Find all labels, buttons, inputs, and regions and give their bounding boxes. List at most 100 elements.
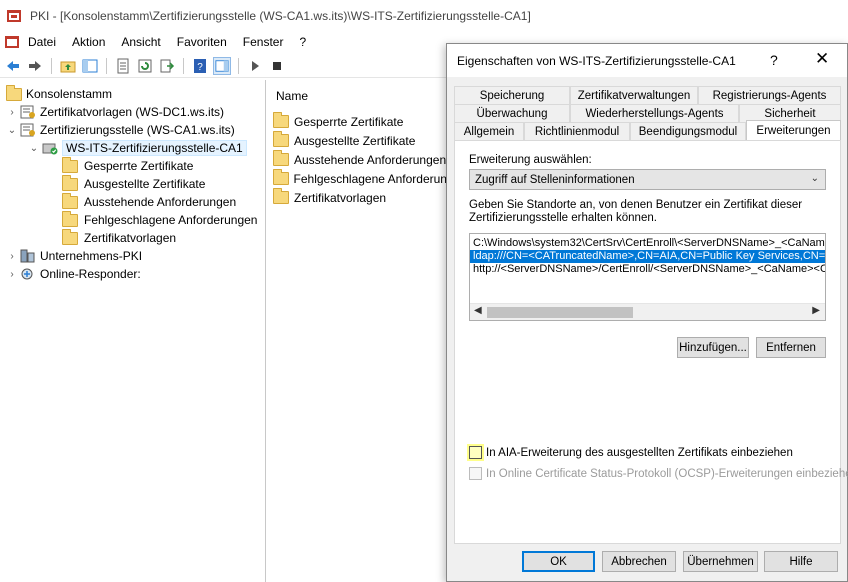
scrollbar-thumb[interactable] [487,307,633,318]
stop-icon[interactable] [268,57,286,75]
extension-select-value: Zugriff auf Stelleninformationen [475,173,635,186]
scroll-right-icon[interactable]: ▶ [812,305,820,316]
checkbox-box [469,467,482,480]
tree-item-ca-templates[interactable]: Zertifikatvorlagen [0,228,265,247]
extension-select-label: Erweiterung auswählen: [469,154,592,166]
folder-icon [62,156,78,173]
back-arrow-icon[interactable] [4,57,22,75]
location-list-item[interactable]: C:\Windows\system32\CertSrv\CertEnroll\<… [470,237,825,250]
close-icon[interactable]: ✕ [815,49,829,69]
tab-erweiterungen[interactable]: Erweiterungen [746,120,841,140]
menu-favoriten[interactable]: Favoriten [169,35,235,49]
include-aia-checkbox[interactable]: In AIA-Erweiterung des ausgestellten Zer… [469,446,793,459]
folder-icon [273,188,289,204]
tab-beendigungsmodul[interactable]: Beendigungsmodul [630,122,746,140]
mmc-app-icon [7,10,21,22]
export-list-icon[interactable] [158,57,176,75]
cancel-button[interactable]: Abbrechen [602,551,676,572]
chevron-right-icon[interactable]: › [6,251,18,262]
checkbox-box[interactable] [469,446,482,459]
column-header-name[interactable]: Name [267,80,467,112]
help-icon[interactable]: ? [770,52,778,68]
svg-text:?: ? [197,62,203,73]
apply-button[interactable]: Übernehmen [683,551,758,572]
tree-item-failed[interactable]: Fehlgeschlagene Anforderungen [0,210,265,229]
list-item[interactable]: Ausgestellte Zertifikate [267,131,467,150]
chevron-down-icon[interactable]: ⌄ [811,173,819,184]
tab-registrierungs-agents[interactable]: Registrierungs-Agents [698,86,841,104]
result-pane: Name Gesperrte Zertifikate Ausgestellte … [267,80,467,582]
tab-wiederherstellungs-agents[interactable]: Wiederherstellungs-Agents [570,104,739,122]
chevron-down-icon[interactable]: ⌄ [28,143,40,154]
tab-row-3: Allgemein Richtlinienmodul Beendigungsmo… [454,120,841,140]
tree-item-pending[interactable]: Ausstehende Anforderungen [0,192,265,211]
help-button[interactable]: Hilfe [764,551,838,572]
list-item[interactable]: Zertifikatvorlagen [267,188,467,207]
menu-ansicht[interactable]: Ansicht [113,35,168,49]
certification-authority-icon [20,123,35,137]
tree-item-root[interactable]: Konsolenstamm [0,84,265,103]
location-list[interactable]: C:\Windows\system32\CertSrv\CertEnroll\<… [469,233,826,321]
tree-item-enterprise-pki[interactable]: › Unternehmens-PKI [0,247,265,265]
certificate-template-icon [20,105,35,119]
properties-page-icon[interactable] [114,57,132,75]
list-item[interactable]: Ausstehende Anforderungen [267,150,467,169]
tree-item-templates[interactable]: › Zertifikatvorlagen (WS-DC1.ws.its) [0,103,265,121]
help-book-icon[interactable]: ? [191,57,209,75]
list-item-label: Gesperrte Zertifikate [294,114,404,129]
include-aia-label: In AIA-Erweiterung des ausgestellten Zer… [486,446,793,459]
scroll-left-icon[interactable]: ◀ [474,305,482,316]
toolbar-separator [51,57,52,74]
folder-icon [62,228,78,245]
system-menu-icon[interactable] [4,34,20,50]
list-item-label: Zertifikatvorlagen [294,190,387,205]
list-item[interactable]: Gesperrte Zertifikate [267,112,467,131]
location-list-item-selected[interactable]: ldap:///CN=<CATruncatedName>,CN=AIA,CN=P… [470,250,825,263]
console-tree: Konsolenstamm › Zertifikatvorlagen (WS-D… [0,80,266,582]
refresh-icon[interactable] [136,57,154,75]
dialog-title-bar: Eigenschaften von WS-ITS-Zertifizierungs… [447,44,847,77]
properties-dialog: Eigenschaften von WS-ITS-Zertifizierungs… [446,43,848,582]
list-item[interactable]: Fehlgeschlagene Anforderungen [267,169,467,188]
tree-item-revoked[interactable]: Gesperrte Zertifikate [0,156,265,175]
tree-item-ca-instance[interactable]: ⌄ WS-ITS-Zertifizierungsstelle-CA1 [0,139,265,157]
remove-location-button[interactable]: Entfernen [756,337,826,358]
tree-item-issued[interactable]: Ausgestellte Zertifikate [0,174,265,193]
tab-speicherung[interactable]: Speicherung [454,86,570,104]
tree-item-ca[interactable]: ⌄ Zertifizierungsstelle (WS-CA1.ws.its) [0,121,265,139]
show-action-pane-icon[interactable] [213,56,231,75]
menu-help[interactable]: ? [291,35,314,49]
up-folder-icon[interactable] [59,57,77,75]
folder-icon [273,131,289,147]
list-item-label: Ausgestellte Zertifikate [294,133,416,148]
folder-icon [273,169,289,185]
tree-item-online-responder[interactable]: › Online-Responder: [0,265,265,283]
menu-fenster[interactable]: Fenster [235,35,292,49]
tab-row-1: Speicherung Zertifikatverwaltungen Regis… [454,86,841,104]
chevron-right-icon[interactable]: › [6,269,18,280]
forward-arrow-icon[interactable] [26,57,44,75]
add-location-button[interactable]: Hinzufügen... [677,337,749,358]
menu-datei[interactable]: Datei [20,35,64,49]
tab-ueberwachung[interactable]: Überwachung [454,104,570,122]
ok-button[interactable]: OK [522,551,595,572]
show-hide-tree-icon[interactable] [81,57,99,75]
menu-aktion[interactable]: Aktion [64,35,113,49]
tree-item-label: Zertifikatvorlagen [84,231,177,245]
tab-richtlinienmodul[interactable]: Richtlinienmodul [524,122,630,140]
play-icon[interactable] [246,57,264,75]
extension-select[interactable]: Zugriff auf Stelleninformationen ⌄ [469,169,826,190]
chevron-right-icon[interactable]: › [6,107,18,118]
horizontal-scrollbar[interactable]: ◀ ▶ [470,303,825,320]
tree-item-label: Unternehmens-PKI [40,249,143,263]
ca-running-icon [42,143,58,155]
tree-item-label: Zertifizierungsstelle (WS-CA1.ws.its) [40,123,235,137]
tab-zertifikatverwaltungen[interactable]: Zertifikatverwaltungen [570,86,698,104]
location-list-item[interactable]: http://<ServerDNSName>/CertEnroll/<Serve… [470,263,825,276]
tree-item-label: Fehlgeschlagene Anforderungen [84,213,258,227]
toolbar-separator [106,57,107,74]
tab-allgemein[interactable]: Allgemein [454,122,524,140]
window-title: PKI - [Konsolenstamm\Zertifizierungsstel… [30,9,531,23]
tree-item-label: Konsolenstamm [26,87,113,101]
chevron-down-icon[interactable]: ⌄ [6,125,18,136]
